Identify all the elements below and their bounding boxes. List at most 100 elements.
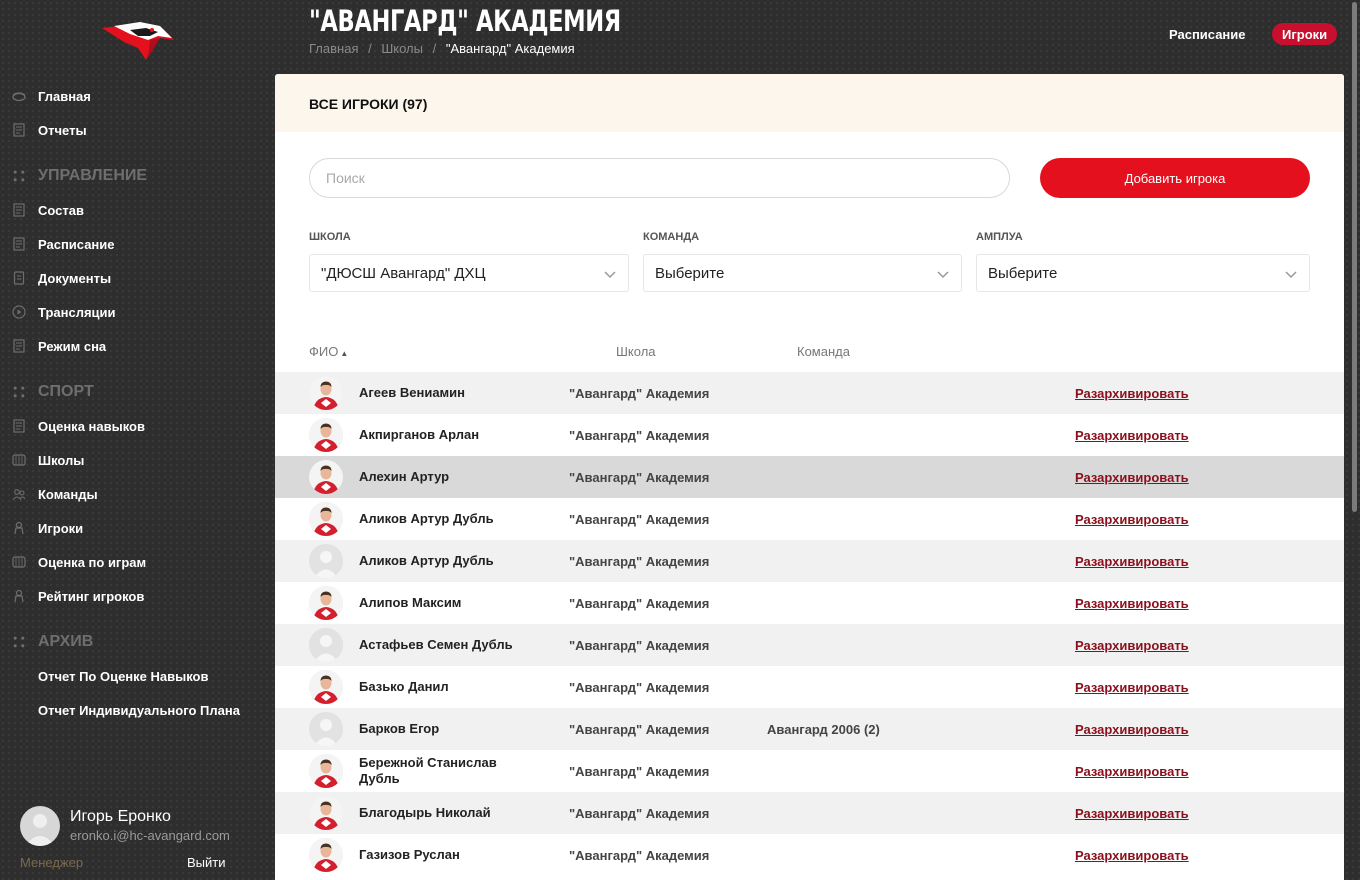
sidebar-item[interactable]: Команды [0, 477, 275, 511]
grid-dots-icon [13, 386, 25, 398]
unarchive-link[interactable]: Разархивировать [1075, 428, 1189, 443]
table-row[interactable]: Агеев Вениамин "Авангард" Академия Разархи… [275, 372, 1344, 414]
rink-icon [12, 454, 26, 466]
player-name[interactable]: Благодырь Николай [359, 805, 539, 821]
unarchive-link[interactable]: Разархивировать [1075, 596, 1189, 611]
unarchive-link[interactable]: Разархивировать [1075, 386, 1189, 401]
player-school: "Авангард" Академия [569, 596, 710, 611]
puck-icon [12, 92, 26, 102]
panel-title: ВСЕ ИГРОКИ (97) [309, 96, 428, 112]
add-player-button[interactable]: Добавить игрока [1040, 158, 1310, 198]
team-select[interactable]: Выберите [643, 254, 962, 292]
sidebar-item-label: Состав [38, 202, 84, 218]
table-row[interactable]: Акпирганов Арлан "Авангард" Академия Разар… [275, 414, 1344, 456]
unarchive-link[interactable]: Разархивировать [1075, 554, 1189, 569]
player-name[interactable]: Алехин Артур [359, 469, 539, 485]
table-row[interactable]: Аликов Артур Дубль "Авангард" Академия Раз… [275, 498, 1344, 540]
page-title: "АВАНГАРД" АКАДЕМИЯ [309, 4, 621, 38]
search-input[interactable] [309, 158, 1010, 198]
player-avatar [309, 376, 343, 410]
player-name[interactable]: Агеев Вениамин [359, 385, 539, 401]
unarchive-link[interactable]: Разархивировать [1075, 806, 1189, 821]
document-icon [13, 237, 25, 251]
team-select-value: Выберите [655, 264, 725, 282]
sidebar-item-label: Оценка по играм [38, 554, 147, 570]
breadcrumb-home[interactable]: Главная [309, 41, 358, 56]
player-name[interactable]: Алипов Максим [359, 595, 539, 611]
sidebar-item[interactable]: Документы [0, 261, 275, 295]
scrollbar-thumb[interactable] [1352, 2, 1357, 512]
column-header-name[interactable]: ФИО ▲ [309, 344, 348, 359]
table-row[interactable]: Бережной Станислав Дубль "Авангард" Акаде… [275, 750, 1344, 792]
table-row[interactable]: Астафьев Семен Дубль "Авангард" Академия Р… [275, 624, 1344, 666]
sidebar-item[interactable]: Оценка по играм [0, 545, 275, 579]
player-avatar [309, 628, 343, 662]
unarchive-link[interactable]: Разархивировать [1075, 680, 1189, 695]
column-header-school[interactable]: Школа [616, 344, 656, 359]
players-link[interactable]: Игроки [1272, 23, 1338, 45]
player-avatar [309, 754, 343, 788]
table-row[interactable]: Алипов Максим "Авангард" Академия Разархив… [275, 582, 1344, 624]
sidebar-item[interactable]: Школы [0, 443, 275, 477]
grid-dots-icon [13, 170, 25, 182]
unarchive-link[interactable]: Разархивировать [1075, 848, 1189, 863]
sidebar-section: УПРАВЛЕНИЕ [0, 159, 275, 193]
player-name[interactable]: Астафьев Семен Дубль [359, 637, 539, 653]
player-name[interactable]: Аликов Артур Дубль [359, 511, 539, 527]
sidebar-item[interactable]: Рейтинг игроков [0, 579, 275, 613]
table-row[interactable]: Базько Данил "Авангард" Академия Разархиви… [275, 666, 1344, 708]
player-name[interactable]: Аликов Артур Дубль [359, 553, 539, 569]
sidebar-item[interactable]: Отчет Индивидуального Плана [0, 693, 275, 727]
sidebar-item[interactable]: Режим сна [0, 329, 275, 363]
sidebar-item[interactable]: Отчеты [0, 113, 275, 147]
unarchive-link[interactable]: Разархивировать [1075, 722, 1189, 737]
role-select-value: Выберите [988, 264, 1058, 282]
user-email: eronko.i@hc-avangard.com [70, 828, 230, 843]
avangard-logo[interactable] [100, 18, 176, 62]
player-school: "Авангард" Академия [569, 638, 710, 653]
sidebar-item[interactable]: Игроки [0, 511, 275, 545]
sidebar-item-label: Отчет По Оценке Навыков [38, 668, 209, 684]
sidebar-section-title: УПРАВЛЕНИЕ [38, 167, 148, 184]
player-school: "Авангард" Академия [569, 848, 710, 863]
player-avatar [309, 712, 343, 746]
player-school: "Авангард" Академия [569, 512, 710, 527]
sidebar: Главная Отчеты УПРАВЛЕНИЕ Состав Расписание Д… [0, 0, 275, 880]
table-row[interactable]: Газизов Руслан "Авангард" Академия Разархи… [275, 834, 1344, 876]
table-row[interactable]: Аликов Артур Дубль "Авангард" Академия Раз… [275, 540, 1344, 582]
sidebar-item-label: Оценка навыков [38, 418, 145, 434]
sidebar-item-label: Документы [38, 270, 112, 286]
table-row[interactable]: Барков Егор "Авангард" Академия Авангард 2… [275, 708, 1344, 750]
column-header-team[interactable]: Команда [797, 344, 850, 359]
sidebar-item[interactable]: Состав [0, 193, 275, 227]
player-icon [14, 589, 24, 603]
player-avatar [309, 544, 343, 578]
player-name[interactable]: Барков Егор [359, 721, 539, 737]
sidebar-item[interactable]: Главная [0, 79, 275, 113]
role-select[interactable]: Выберите [976, 254, 1310, 292]
school-select[interactable]: "ДЮСШ Авангард" ДХЦ [309, 254, 629, 292]
unarchive-link[interactable]: Разархивировать [1075, 470, 1189, 485]
sidebar-section-title: АРХИВ [38, 633, 94, 650]
player-name[interactable]: Акпирганов Арлан [359, 427, 539, 443]
unarchive-link[interactable]: Разархивировать [1075, 512, 1189, 527]
sidebar-item[interactable]: Трансляции [0, 295, 275, 329]
table-row[interactable]: Благодырь Николай "Авангард" Академия Раза… [275, 792, 1344, 834]
player-name[interactable]: Газизов Руслан [359, 847, 539, 863]
user-name: Игорь Еронко [70, 808, 171, 825]
sidebar-item-label: Расписание [38, 236, 115, 252]
player-name[interactable]: Бережной Станислав Дубль [359, 755, 539, 787]
breadcrumb-schools[interactable]: Школы [381, 41, 423, 56]
unarchive-link[interactable]: Разархивировать [1075, 638, 1189, 653]
schedule-link[interactable]: Расписание [1169, 23, 1246, 45]
logout-button[interactable]: Выйти [187, 855, 226, 870]
player-name[interactable]: Базько Данил [359, 679, 539, 695]
sidebar-item[interactable]: Расписание [0, 227, 275, 261]
scrollbar[interactable] [1352, 0, 1358, 880]
table-row[interactable]: Алехин Артур "Авангард" Академия Разархиви… [275, 456, 1344, 498]
player-avatar [309, 838, 343, 872]
unarchive-link[interactable]: Разархивировать [1075, 764, 1189, 779]
sidebar-item[interactable]: Отчет По Оценке Навыков [0, 659, 275, 693]
user-avatar[interactable] [20, 806, 60, 846]
sidebar-item[interactable]: Оценка навыков [0, 409, 275, 443]
